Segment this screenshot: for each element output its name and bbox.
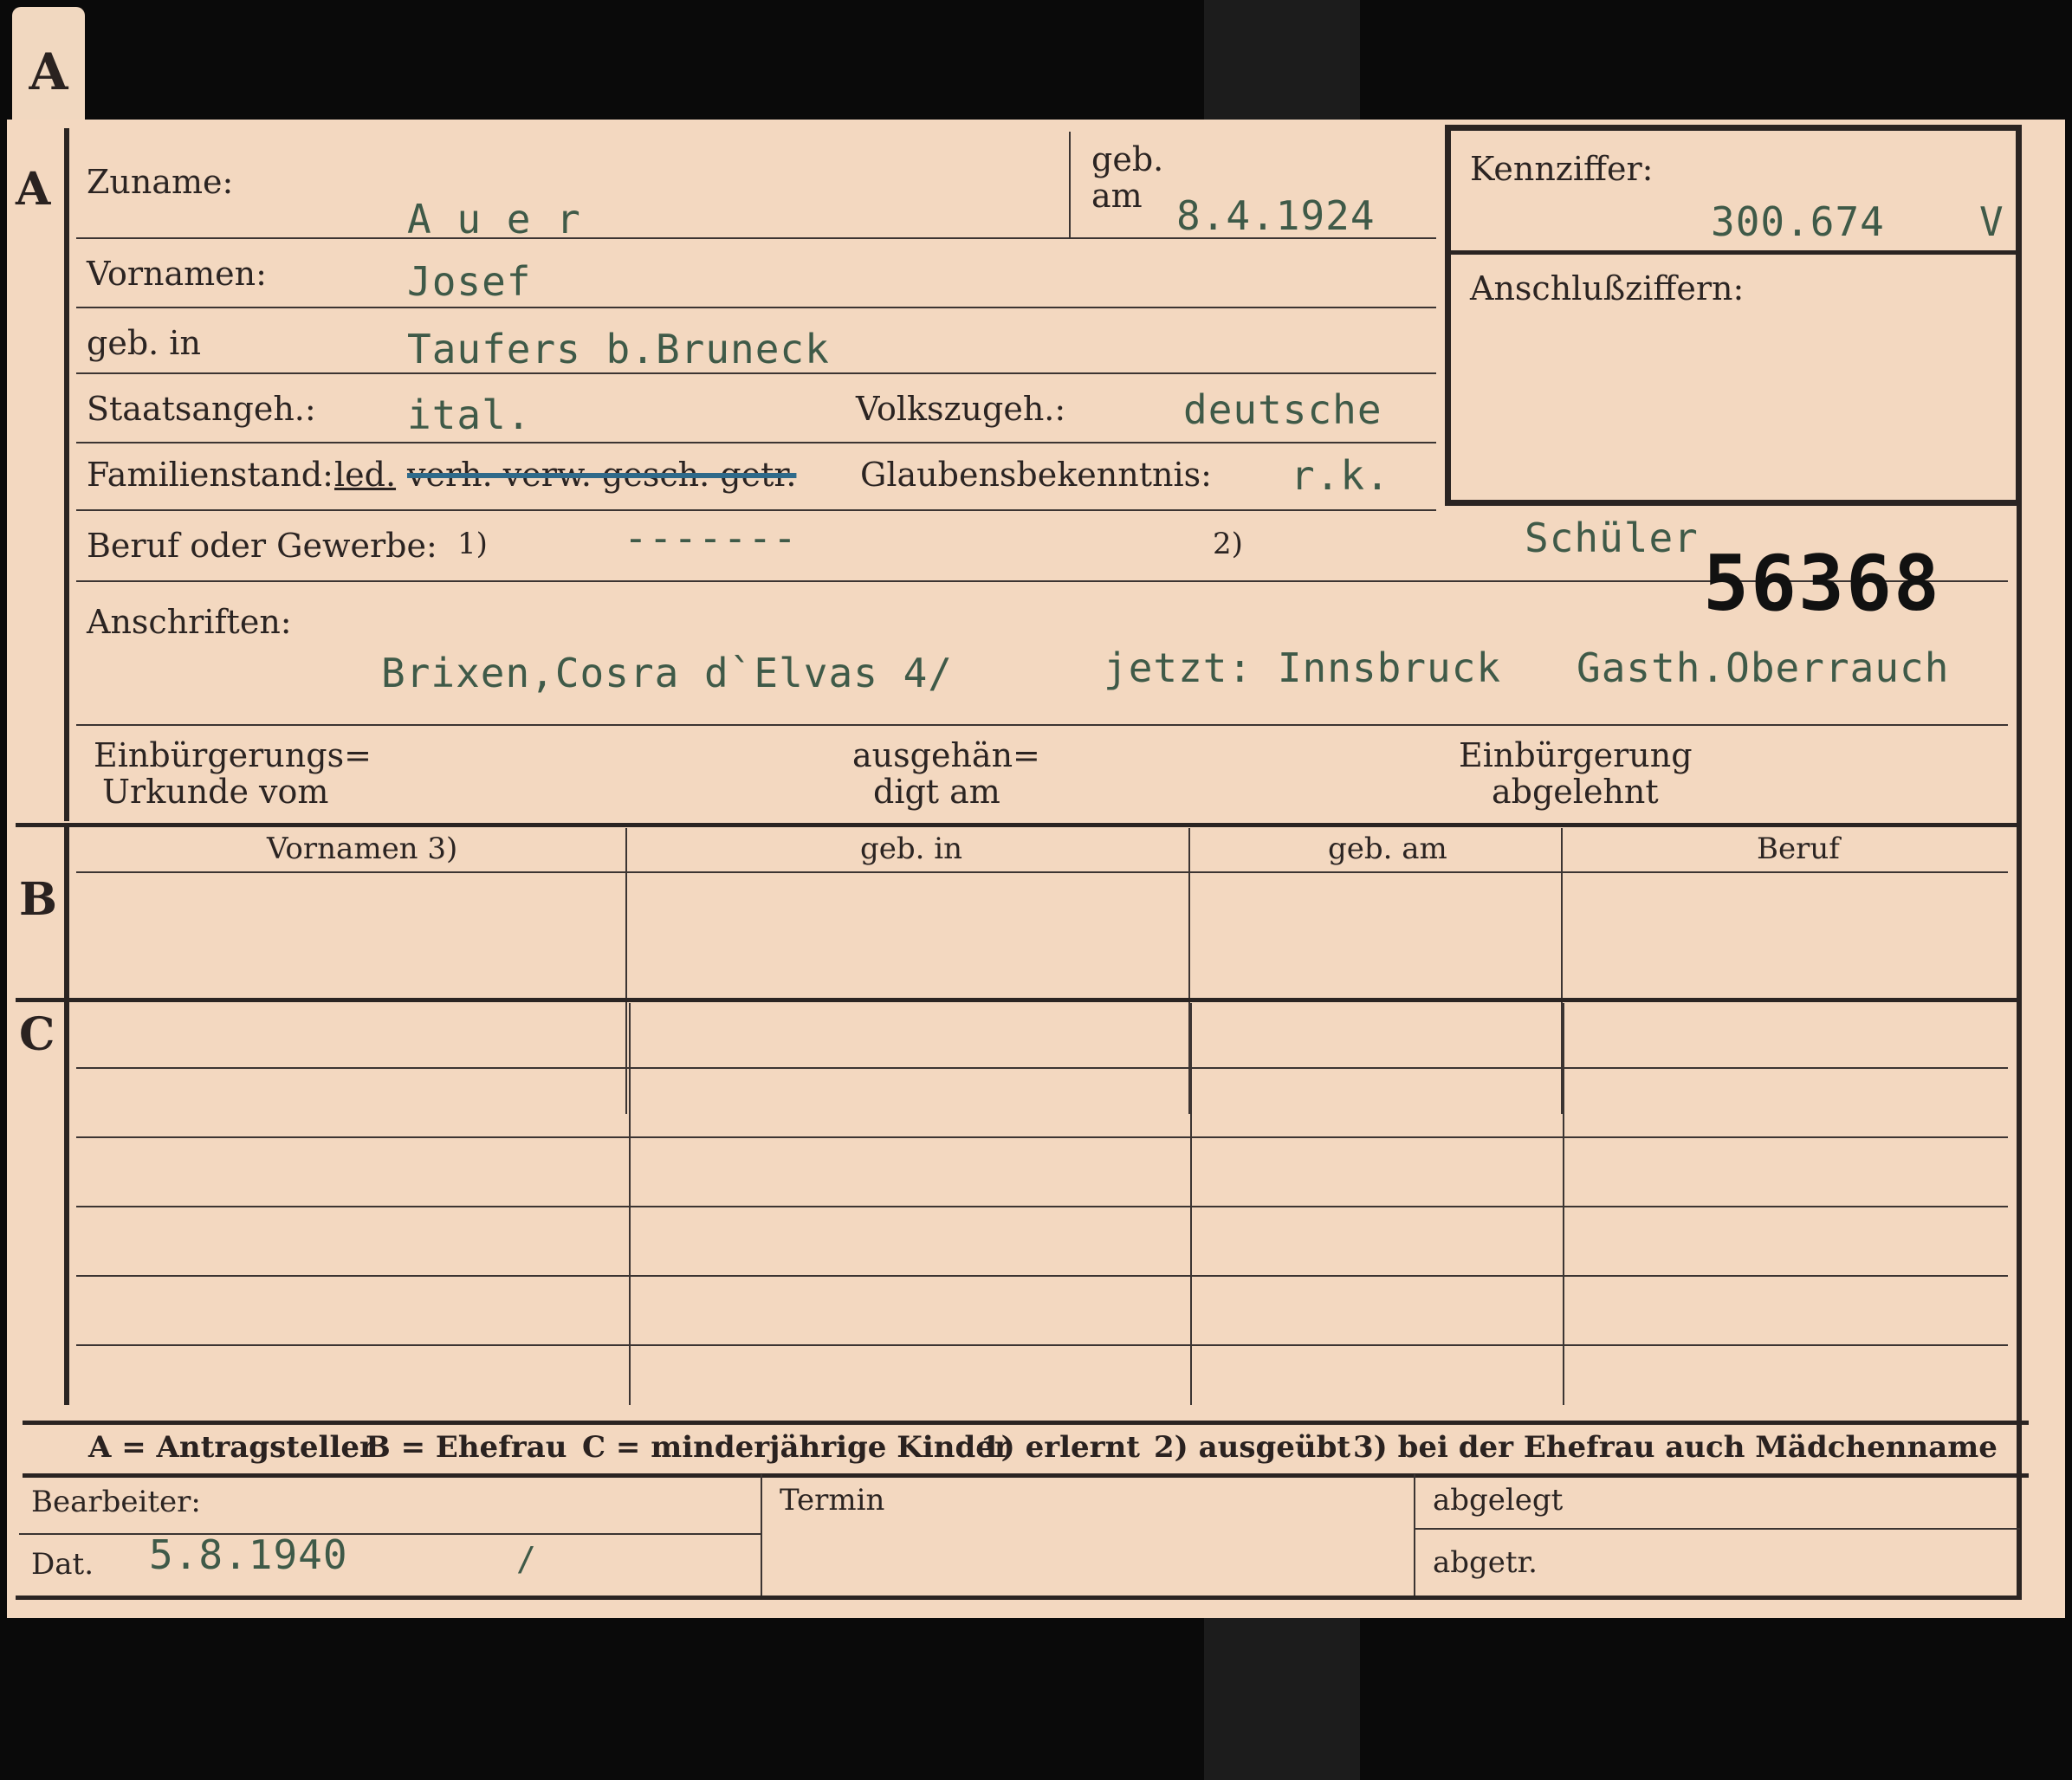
kennziffer-value: 300.674 <box>1711 198 1885 245</box>
kennziffer-label: Kennziffer: <box>1470 150 1654 188</box>
footer-rule-right <box>1414 1528 2020 1530</box>
c-row-rule-5 <box>76 1344 2008 1346</box>
section-b-top-rule <box>16 823 2022 827</box>
row-rule-1 <box>76 237 1436 239</box>
tab-letter: A <box>29 42 68 101</box>
familienstand-label: Familienstand: <box>87 456 333 494</box>
row-rule-5 <box>76 509 1436 511</box>
section-a-bar <box>64 128 69 821</box>
registration-card: A Kennziffer: 300.674 V Anschlußziffern:… <box>7 120 2065 1618</box>
kennziffer-box: Kennziffer: 300.674 V Anschlußziffern: <box>1445 125 2022 506</box>
legend-c: C = minderjährige Kinder <box>582 1430 1010 1465</box>
vornamen-value: Josef <box>407 258 532 305</box>
section-b-marker: B <box>19 873 57 926</box>
geb-in-value: Taufers b.Bruneck <box>407 326 830 372</box>
legend-n3: 3) bei der Ehefrau auch Mädchenname <box>1353 1430 1998 1465</box>
footer-bottom-rule <box>16 1596 2022 1600</box>
geb-label-1: geb. <box>1091 140 1164 178</box>
legend-a: A = Antragsteller <box>88 1430 375 1465</box>
glaubens-value: r.k. <box>1291 452 1390 499</box>
familienstand-struck: verh. verw. gesch. getr. <box>407 456 797 494</box>
geb-am-divider <box>1069 132 1071 239</box>
dat-label: Dat. <box>31 1547 94 1582</box>
b-col-header-geb-in: geb. in <box>860 832 963 866</box>
section-c-marker: C <box>19 1008 55 1061</box>
anschrift-2: jetzt: Innsbruck <box>1104 644 1502 691</box>
geb-label-2: am <box>1091 177 1143 215</box>
b-header-rule <box>76 871 2008 873</box>
c-row-rule-4 <box>76 1275 2008 1277</box>
einbuergerung-label-1: Einbürgerungs= <box>94 736 372 774</box>
beruf-value-2: Schüler <box>1525 515 1699 561</box>
anschlussziffern-label: Anschlußziffern: <box>1470 269 1745 307</box>
einbuergerung-label-2: Urkunde vom <box>102 773 329 811</box>
geb-am-value: 8.4.1924 <box>1176 192 1376 239</box>
dat-slash: / <box>516 1540 537 1578</box>
zuname-value: A u e r <box>407 196 581 243</box>
stamp-number: 56368 <box>1703 539 1941 628</box>
c-row-rule-2 <box>76 1136 2008 1138</box>
c-row-rule-3 <box>76 1206 2008 1207</box>
bearbeiter-label: Bearbeiter: <box>31 1485 201 1519</box>
b-col-header-vornamen: Vornamen 3) <box>267 832 458 866</box>
beruf-value-1: ------- <box>624 515 798 561</box>
section-a-marker: A <box>16 163 51 216</box>
kennziffer-rule <box>1451 250 2016 255</box>
binder-clip-bottom <box>1204 1618 1360 1780</box>
beruf-label: Beruf oder Gewerbe: <box>87 527 437 565</box>
c-row-rule-1 <box>76 1067 2008 1069</box>
volkszugeh-value: deutsche <box>1183 386 1382 433</box>
beruf-note-2: 2) <box>1213 527 1243 561</box>
geb-in-label: geb. in <box>87 324 201 362</box>
row-rule-2 <box>76 307 1436 308</box>
anschriften-label: Anschriften: <box>87 603 292 641</box>
anschrift-1: Brixen,Cosra d`Elvas 4/ <box>381 650 953 696</box>
abgelehnt-label-2: abgelehnt <box>1492 773 1659 811</box>
legend-b: B = Ehefrau <box>366 1430 567 1465</box>
beruf-note-1: 1) <box>457 527 488 561</box>
legend-n2: 2) ausgeübt <box>1154 1430 1351 1465</box>
b-col-header-beruf: Beruf <box>1757 832 1840 866</box>
familienstand-value: led. <box>334 456 397 494</box>
row-rule-7 <box>76 724 2008 726</box>
footer-divider-1 <box>761 1474 762 1596</box>
b-col-header-geb-am: geb. am <box>1328 832 1447 866</box>
footer-divider-2 <box>1414 1474 1415 1596</box>
binder-clip-top <box>1204 0 1360 121</box>
section-c-top-rule <box>16 998 2022 1002</box>
volkszugeh-label: Volkszugeh.: <box>856 390 1066 428</box>
abgelegt-label: abgelegt <box>1433 1483 1564 1518</box>
footer-rule-left <box>19 1533 761 1535</box>
dat-value: 5.8.1940 <box>149 1531 348 1578</box>
card-tab: A <box>12 7 85 137</box>
section-c-bar <box>64 1003 69 1405</box>
zuname-label: Zuname: <box>87 163 234 201</box>
termin-label: Termin <box>780 1483 885 1518</box>
ausgehaendigt-label-2: digt am <box>873 773 1000 811</box>
anschrift-3: Gasth.Oberrauch <box>1577 644 1950 691</box>
abgetr-label: abgetr. <box>1433 1545 1538 1580</box>
ausgehaendigt-label-1: ausgehän= <box>852 736 1040 774</box>
card-right-border <box>2017 125 2022 1597</box>
legend-bar: A = Antragsteller B = Ehefrau C = minder… <box>23 1421 2029 1478</box>
staatsangeh-label: Staatsangeh.: <box>87 390 316 428</box>
abgelehnt-label-1: Einbürgerung <box>1459 736 1693 774</box>
staatsangeh-value: ital. <box>407 392 532 438</box>
row-rule-3 <box>76 372 1436 374</box>
vornamen-label: Vornamen: <box>87 255 267 293</box>
kennziffer-suffix: V <box>1979 198 2004 245</box>
row-rule-4 <box>76 442 1436 443</box>
legend-n1: 1) erlernt <box>981 1430 1141 1465</box>
glaubens-label: Glaubensbekenntnis: <box>860 456 1212 494</box>
